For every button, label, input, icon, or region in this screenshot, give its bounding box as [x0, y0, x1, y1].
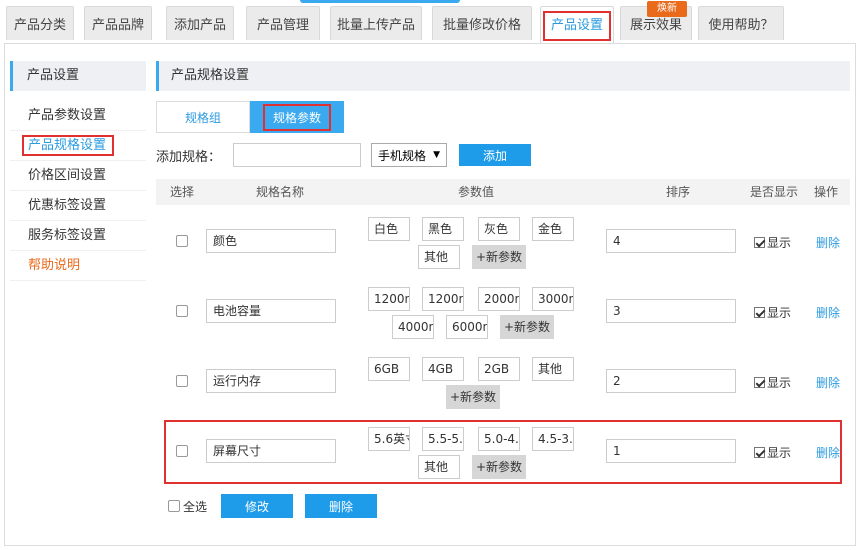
bottom-action-bar: 全选 修改 删除	[156, 494, 389, 518]
tab-bulk-upload[interactable]: 批量上传产品	[330, 6, 422, 40]
param-value[interactable]: 金色	[532, 217, 574, 241]
table-row: 屏幕尺寸 5.6英寸 5.5-5. 5.0-4.( 4.5-3. 其他 +新参数…	[156, 427, 850, 479]
tab-product-category[interactable]: 产品分类	[6, 6, 74, 40]
row-checkbox[interactable]	[176, 445, 188, 457]
delete-link[interactable]: 删除	[816, 234, 840, 251]
sort-input[interactable]: 4	[606, 229, 736, 253]
spec-type-select[interactable]: 手机规格 ▼	[371, 143, 448, 167]
tab-spec-params[interactable]: 规格参数	[250, 101, 344, 133]
param-value[interactable]: 6GB	[368, 357, 410, 381]
sort-input[interactable]: 1	[606, 439, 736, 463]
param-value[interactable]: 5.6英寸	[368, 427, 410, 451]
row-checkbox[interactable]	[176, 375, 188, 387]
spec-name-input[interactable]: 运行内存	[206, 369, 336, 393]
chevron-down-icon: ▼	[433, 150, 441, 160]
param-value[interactable]: 5.5-5.	[422, 427, 464, 451]
select-all-checkbox[interactable]	[168, 500, 180, 512]
add-spec-button[interactable]: 添加	[459, 144, 532, 166]
header-params: 参数值	[458, 185, 495, 199]
param-value[interactable]: 灰色	[478, 217, 520, 241]
section-title: 产品规格设置	[156, 61, 850, 91]
header-sort: 排序	[666, 185, 691, 199]
add-param-button[interactable]: +新参数	[446, 385, 500, 409]
content-area: 产品规格设置 规格组 规格参数 添加规格： 手机规格 ▼ 添加 选择 规格名称 …	[156, 61, 850, 518]
sidebar-item-help[interactable]: 帮助说明	[10, 251, 146, 281]
show-toggle[interactable]: 显示	[754, 304, 791, 321]
show-toggle[interactable]: 显示	[754, 374, 791, 391]
add-spec-input[interactable]	[233, 143, 362, 167]
sidebar-item-price-range[interactable]: 价格区间设置	[10, 161, 146, 191]
sidebar-item-service-tags[interactable]: 服务标签设置	[10, 221, 146, 251]
sidebar-item-param-settings[interactable]: 产品参数设置	[10, 101, 146, 131]
param-value[interactable]: 其他	[532, 357, 574, 381]
param-value[interactable]: 6000n	[446, 315, 488, 339]
delete-link[interactable]: 删除	[816, 444, 840, 461]
header-action: 操作	[814, 185, 839, 199]
sidebar: 产品设置 产品参数设置 产品规格设置 价格区间设置 优惠标签设置 服务标签设置 …	[10, 61, 146, 281]
show-checkbox[interactable]	[754, 237, 765, 248]
param-value[interactable]: 2GB	[478, 357, 520, 381]
add-param-button[interactable]: +新参数	[472, 455, 526, 479]
tab-product-settings[interactable]: 产品设置	[540, 6, 614, 44]
spec-name-input[interactable]: 电池容量	[206, 299, 336, 323]
add-spec-row: 添加规格： 手机规格 ▼ 添加	[156, 143, 532, 167]
param-value[interactable]: 黑色	[422, 217, 464, 241]
select-all-label: 全选	[183, 499, 208, 514]
sidebar-title: 产品设置	[10, 61, 146, 91]
table-row: 电池容量 1200n 1200n 2000n 3000n 4000n 6000n…	[156, 287, 850, 339]
tab-spec-group[interactable]: 规格组	[156, 101, 250, 133]
param-value[interactable]: 2000n	[478, 287, 520, 311]
tab-help[interactable]: 使用帮助？	[698, 6, 784, 40]
modify-button[interactable]: 修改	[221, 494, 294, 518]
show-checkbox[interactable]	[754, 377, 765, 388]
tab-product-brand[interactable]: 产品品牌	[84, 6, 152, 40]
tab-add-product[interactable]: 添加产品	[166, 6, 234, 40]
tab-product-manage[interactable]: 产品管理	[246, 6, 320, 40]
sort-input[interactable]: 2	[606, 369, 736, 393]
param-value[interactable]: 5.0-4.(	[478, 427, 520, 451]
header-select: 选择	[170, 185, 195, 199]
param-value[interactable]: 1200n	[368, 287, 410, 311]
param-value[interactable]: 1200n	[422, 287, 464, 311]
add-param-button[interactable]: +新参数	[472, 245, 526, 269]
sidebar-item-spec-settings[interactable]: 产品规格设置	[10, 131, 146, 161]
spec-name-input[interactable]: 颜色	[206, 229, 336, 253]
top-accent-strip	[300, 0, 460, 3]
show-checkbox[interactable]	[754, 307, 765, 318]
param-value[interactable]: 其他	[418, 455, 460, 479]
row-checkbox[interactable]	[176, 235, 188, 247]
param-value[interactable]: 白色	[368, 217, 410, 241]
row-checkbox[interactable]	[176, 305, 188, 317]
param-value[interactable]: 4000n	[392, 315, 434, 339]
param-value[interactable]: 4.5-3.	[532, 427, 574, 451]
delete-link[interactable]: 删除	[816, 374, 840, 391]
top-tab-bar: 产品分类 产品品牌 添加产品 产品管理 批量上传产品 批量修改价格 产品设置 展…	[0, 0, 860, 44]
header-name: 规格名称	[256, 185, 305, 199]
show-toggle[interactable]: 显示	[754, 444, 791, 461]
new-badge: 焕新	[647, 1, 687, 17]
param-value[interactable]: 3000n	[532, 287, 574, 311]
add-param-button[interactable]: +新参数	[500, 315, 554, 339]
param-value[interactable]: 其他	[418, 245, 460, 269]
add-spec-label: 添加规格：	[156, 149, 222, 165]
show-checkbox[interactable]	[754, 447, 765, 458]
show-toggle[interactable]: 显示	[754, 234, 791, 251]
table-row: 颜色 白色 黑色 灰色 金色 其他 +新参数 4 显示 删除	[156, 217, 850, 269]
tab-bulk-price[interactable]: 批量修改价格	[432, 6, 532, 40]
sort-input[interactable]: 3	[606, 299, 736, 323]
delete-link[interactable]: 删除	[816, 304, 840, 321]
table-header: 选择 规格名称 参数值 排序 是否显示 操作	[156, 179, 850, 205]
param-value[interactable]: 4GB	[422, 357, 464, 381]
sub-tab-bar: 规格组 规格参数	[156, 101, 344, 133]
table-row: 运行内存 6GB 4GB 2GB 其他 +新参数 2 显示 删除	[156, 357, 850, 409]
spec-name-input[interactable]: 屏幕尺寸	[206, 439, 336, 463]
header-show: 是否显示	[750, 185, 799, 199]
sidebar-item-discount-tags[interactable]: 优惠标签设置	[10, 191, 146, 221]
delete-button[interactable]: 删除	[305, 494, 378, 518]
